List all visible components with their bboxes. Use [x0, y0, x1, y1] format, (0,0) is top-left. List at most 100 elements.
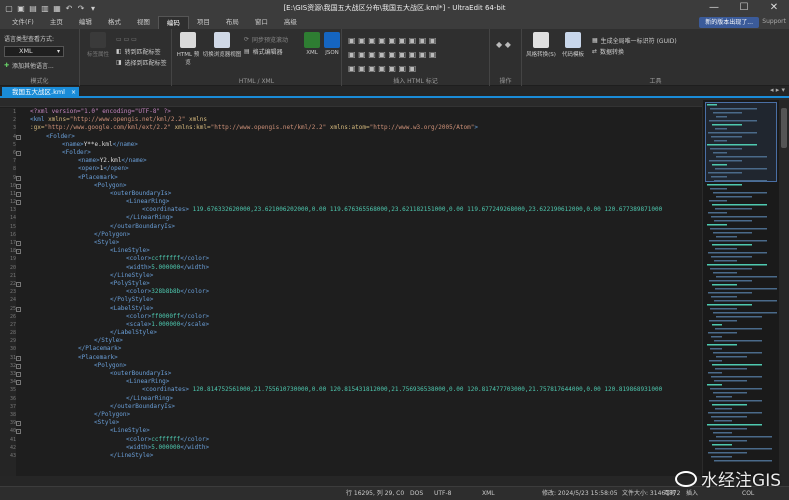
- menu-tab[interactable]: 项目: [189, 16, 218, 29]
- code-line[interactable]: 11- <outerBoundaryIs>: [10, 190, 702, 198]
- code-line[interactable]: 30 </Placemark>: [10, 345, 702, 353]
- code-line[interactable]: 3:gx="http://www.google.com/kml/ext/2.2"…: [13, 124, 702, 132]
- code-template-button[interactable]: 代码模板: [558, 32, 588, 58]
- cursor-position[interactable]: 行 16295, 列 29, C0: [346, 487, 404, 500]
- minimize-button[interactable]: —: [699, 0, 729, 16]
- code-line[interactable]: 4- <Folder>: [13, 133, 702, 141]
- menu-tab[interactable]: 视图: [129, 16, 158, 29]
- fold-toggle-icon[interactable]: -: [16, 150, 21, 156]
- ops-icons[interactable]: ◆ ◆: [496, 39, 511, 49]
- format-editor-button[interactable]: ▤ 格式编辑器: [244, 46, 283, 56]
- html-tag-icons-row-1[interactable]: ▣ ▣ ▣ ▣ ▣ ▣ ▣ ▣ ▣: [348, 35, 436, 45]
- code-line[interactable]: 38 </Polygon>: [10, 411, 702, 419]
- code-line[interactable]: 35 <coordinates> 120.814752561000,21.7556…: [10, 386, 702, 394]
- code-line[interactable]: 25- <LabelStyle>: [10, 305, 702, 313]
- style-convert-button[interactable]: 风格转换(S): [526, 32, 556, 58]
- close-button[interactable]: ✕: [759, 0, 789, 16]
- code-line[interactable]: 5 <name>Y**e.kml</name>: [13, 141, 702, 149]
- select-matching-tag-button[interactable]: ◨ 选择到匹配标签: [116, 57, 167, 67]
- code-line[interactable]: 37 </outerBoundaryIs>: [10, 403, 702, 411]
- code-line[interactable]: 6- <Folder>: [13, 149, 702, 157]
- fold-toggle-icon[interactable]: -: [16, 134, 21, 140]
- fold-toggle-icon[interactable]: -: [16, 281, 21, 287]
- undo-icon[interactable]: ↶: [64, 3, 74, 13]
- encoding[interactable]: UTF-8: [434, 487, 452, 500]
- menu-tab[interactable]: 格式: [100, 16, 129, 29]
- code-line[interactable]: 18- <LineStyle>: [10, 247, 702, 255]
- code-line[interactable]: 7 <name>Y2.kml</name>: [13, 157, 702, 165]
- fold-toggle-icon[interactable]: -: [16, 355, 21, 361]
- code-line[interactable]: 31- <Placemark>: [10, 354, 702, 362]
- sync-preview-button[interactable]: ⟳ 同步预览滚动: [244, 34, 288, 44]
- code-line[interactable]: 22- <PolyStyle>: [10, 280, 702, 288]
- fold-toggle-icon[interactable]: -: [16, 249, 21, 255]
- code-editor[interactable]: 1 <?xml version="1.0" encoding="UTF-8" ?>…: [0, 100, 702, 476]
- menu-tab[interactable]: 编辑: [71, 16, 100, 29]
- code-line[interactable]: 34- <LinearRing>: [10, 378, 702, 386]
- code-line[interactable]: 29 </Style>: [10, 337, 702, 345]
- code-line[interactable]: 36 </LinearRing>: [10, 395, 702, 403]
- code-line[interactable]: 39- <Style>: [10, 419, 702, 427]
- code-line[interactable]: 21 </LineStyle>: [10, 272, 702, 280]
- syntax-highlight[interactable]: XML: [482, 487, 495, 500]
- code-line[interactable]: 2 <kml xmlns="http://www.opengis.net/kml/…: [13, 116, 702, 124]
- language-select[interactable]: XML ▾: [4, 46, 64, 57]
- save-all-icon[interactable]: ▥: [40, 3, 50, 13]
- vertical-scrollbar[interactable]: [779, 100, 789, 476]
- code-line[interactable]: 27 <scale>1.000000</scale>: [10, 321, 702, 329]
- fold-toggle-icon[interactable]: -: [16, 241, 21, 246]
- maximize-button[interactable]: ☐: [729, 0, 759, 16]
- new-file-icon[interactable]: ▢: [4, 3, 14, 13]
- fold-toggle-icon[interactable]: -: [16, 429, 21, 435]
- fold-toggle-icon[interactable]: -: [16, 200, 21, 206]
- fold-toggle-icon[interactable]: -: [16, 175, 21, 181]
- tab-scroll-arrows[interactable]: ◂ ▸ ▾: [770, 86, 785, 94]
- customize-dropdown-icon[interactable]: ▾: [88, 3, 98, 13]
- vertical-scroll-thumb[interactable]: [781, 108, 787, 148]
- horizontal-scrollbar[interactable]: [0, 476, 789, 486]
- redo-icon[interactable]: ↷: [76, 3, 86, 13]
- html-tag-icons-row-3[interactable]: ▣ ▣ ▣ ▣ ▣ ▣ ▣: [348, 63, 416, 73]
- close-tab-icon[interactable]: ×: [71, 87, 76, 98]
- html-preview-button[interactable]: HTML 预览: [174, 32, 202, 66]
- menu-tab[interactable]: 窗口: [247, 16, 276, 29]
- code-line[interactable]: 24 </PolyStyle>: [10, 296, 702, 304]
- code-line[interactable]: 19 <color>ccffffff</color>: [10, 255, 702, 263]
- fold-toggle-icon[interactable]: -: [16, 306, 21, 312]
- code-area[interactable]: 1 <?xml version="1.0" encoding="UTF-8" ?>…: [10, 108, 702, 476]
- code-line[interactable]: 40- <LineStyle>: [10, 427, 702, 435]
- code-line[interactable]: 41 <color>ccffffff</color>: [10, 436, 702, 444]
- code-line[interactable]: 33- <outerBoundaryIs>: [10, 370, 702, 378]
- menu-tab[interactable]: 主页: [42, 16, 71, 29]
- generate-guid-button[interactable]: ▦ 生成全局唯一标识符 (GUID): [592, 35, 677, 45]
- fold-toggle-icon[interactable]: -: [16, 380, 21, 386]
- code-line[interactable]: 12- <LinearRing>: [10, 198, 702, 206]
- file-tab[interactable]: 我国五大战区.kml ×: [2, 87, 79, 98]
- data-convert-button[interactable]: ⇄ 数据转换: [592, 46, 624, 56]
- fold-toggle-icon[interactable]: -: [16, 372, 21, 377]
- code-line[interactable]: 43 </LineStyle>: [10, 452, 702, 460]
- goto-matching-tag-button[interactable]: ◧ 转到匹配标签: [116, 46, 161, 56]
- code-line[interactable]: 16 </Polygon>: [10, 231, 702, 239]
- menu-tab[interactable]: 高级: [276, 16, 305, 29]
- menu-tab[interactable]: 编码: [157, 16, 189, 29]
- code-line[interactable]: 1 <?xml version="1.0" encoding="UTF-8" ?>: [13, 108, 702, 116]
- code-line[interactable]: 28 </LabelStyle>: [10, 329, 702, 337]
- support-link[interactable]: Support: [762, 18, 786, 25]
- toggle-browser-view-button[interactable]: 切换浏览器视图: [202, 32, 242, 58]
- code-line[interactable]: 17- <Style>: [10, 239, 702, 247]
- menu-tab[interactable]: 文件(F): [4, 16, 42, 29]
- fold-toggle-icon[interactable]: -: [16, 421, 21, 427]
- fold-toggle-icon[interactable]: -: [16, 191, 21, 197]
- code-line[interactable]: 10- <Polygon>: [10, 182, 702, 190]
- fold-toggle-icon[interactable]: -: [16, 183, 21, 189]
- code-line[interactable]: 8 <open>1</open>: [13, 165, 702, 173]
- line-ending[interactable]: DOS: [410, 487, 423, 500]
- fold-toggle-icon[interactable]: -: [16, 363, 21, 369]
- code-line[interactable]: 23 <color>328b8b8b</color>: [10, 288, 702, 296]
- add-language-button[interactable]: ✚ 添加其他语言...: [4, 60, 54, 70]
- code-line[interactable]: 20 <width>5.000000</width>: [10, 264, 702, 272]
- tag-attributes-button[interactable]: 标签属性: [84, 32, 112, 58]
- code-line[interactable]: 13 <coordinates> 119.676332620000,23.6210…: [10, 206, 702, 214]
- code-line[interactable]: 26 <color>ff0000ff</color>: [10, 313, 702, 321]
